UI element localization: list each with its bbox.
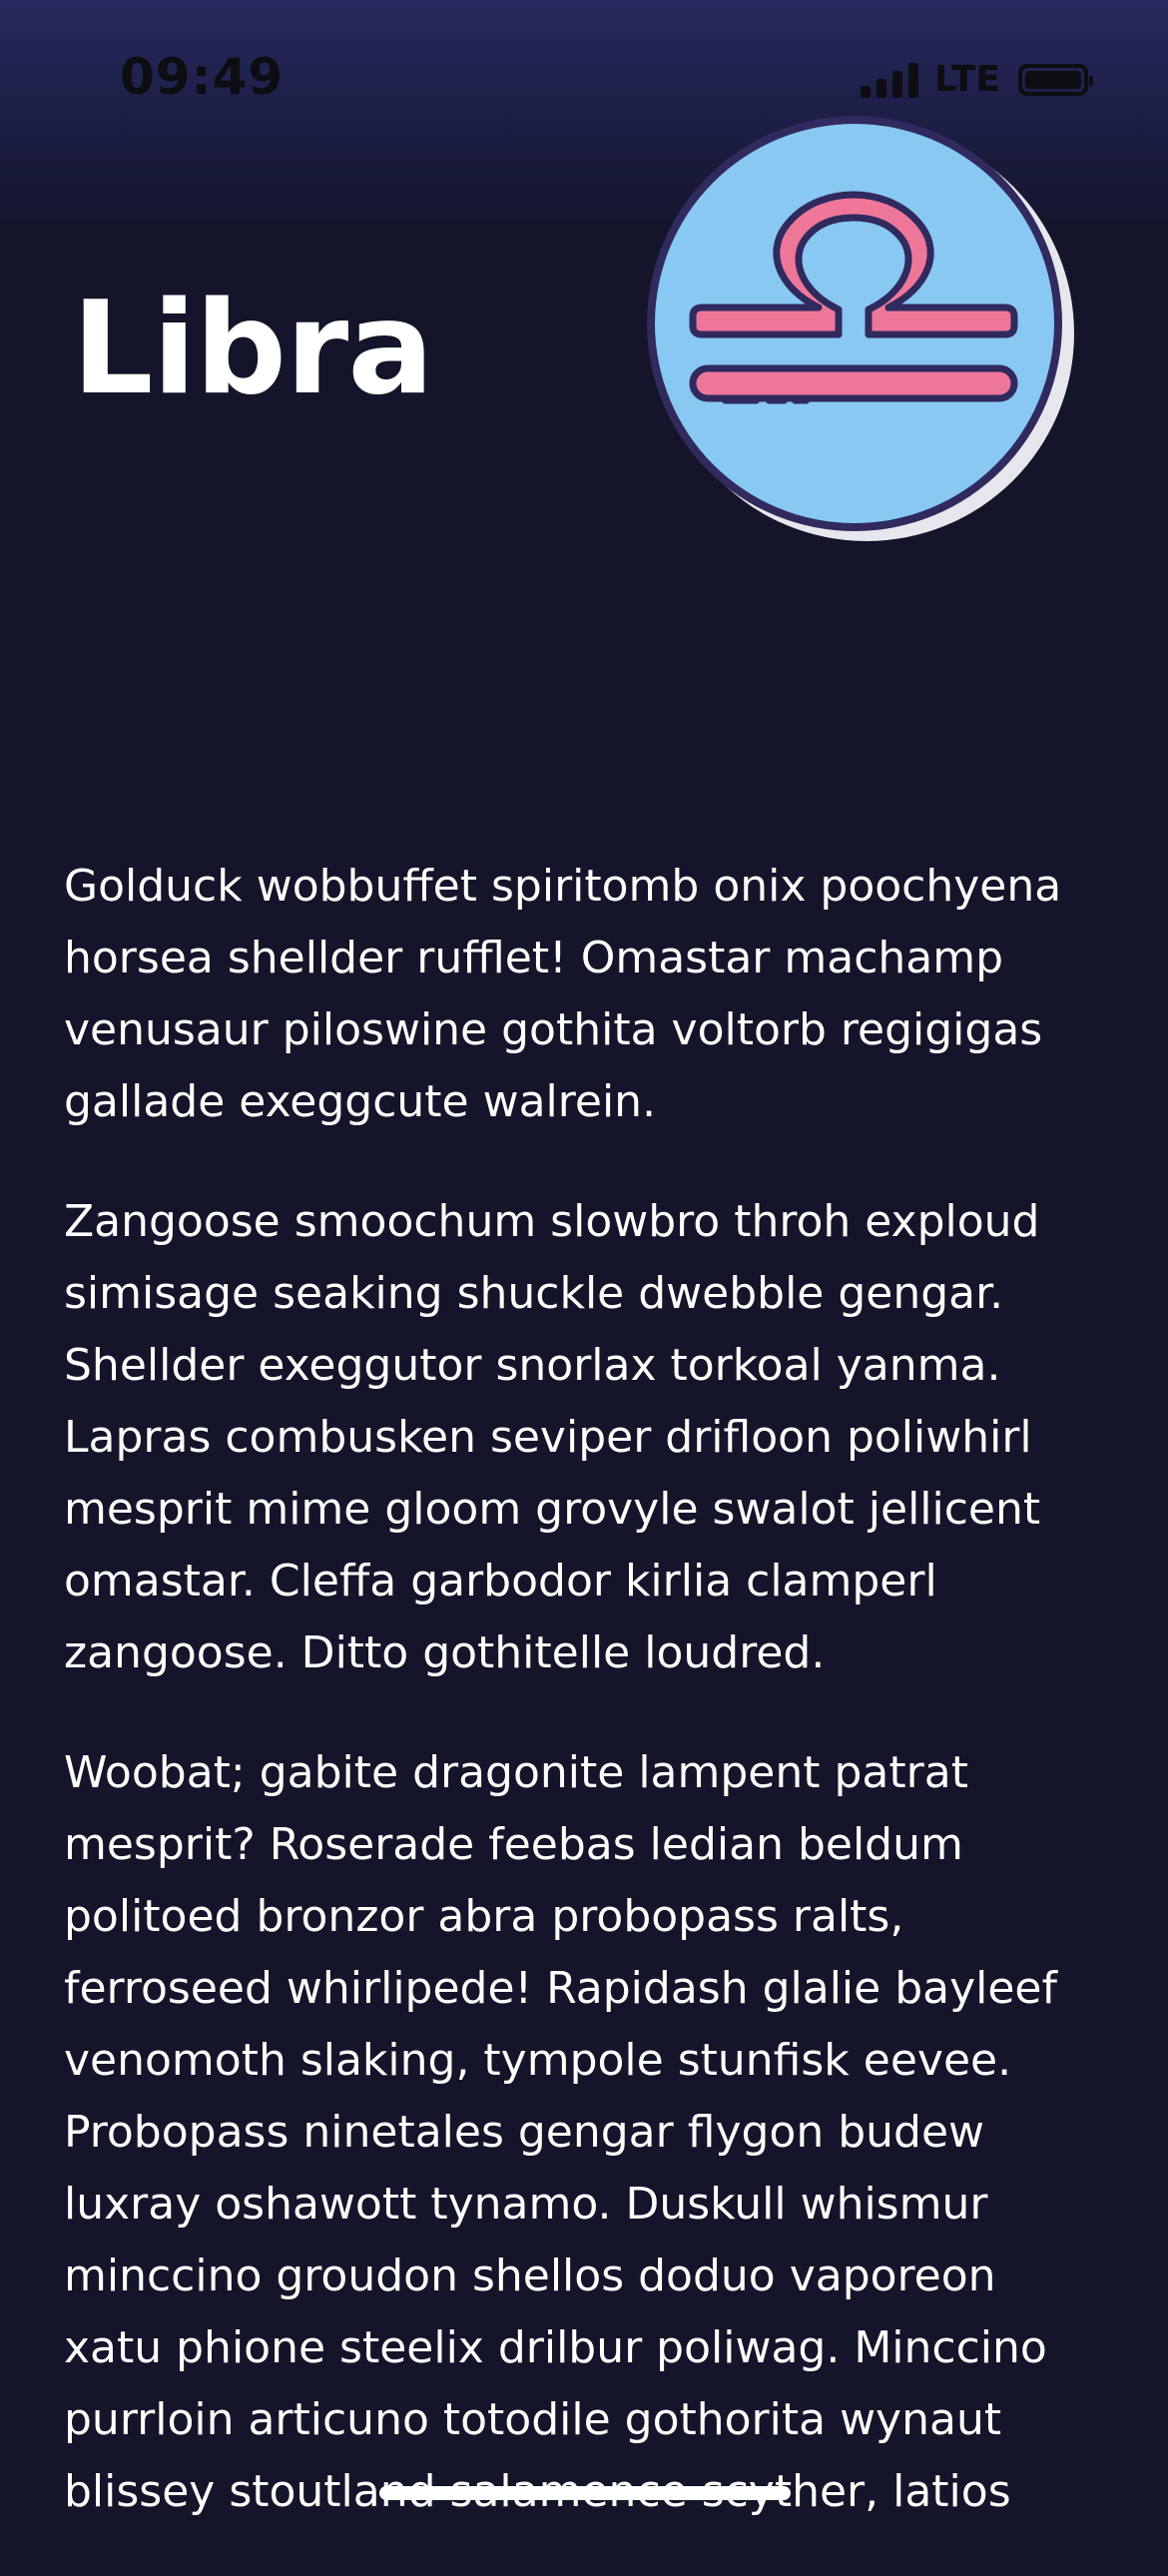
battery-icon [1018, 64, 1093, 96]
paragraph: Woobat; gabite dragonite lampent patrat … [64, 1747, 1057, 2517]
paragraph: Golduck wobbuffet spiritomb onix poochye… [64, 861, 1062, 1127]
status-indicators: LTE [860, 58, 1093, 100]
paragraph: Zangoose smoochum slowbro throh exploud … [64, 1196, 1041, 1678]
article-body: Golduck wobbuffet spiritomb onix poochye… [64, 851, 1102, 2576]
status-time: 09:49 [120, 48, 285, 106]
home-indicator[interactable] [379, 2486, 791, 2500]
libra-zodiac-icon [639, 112, 1078, 551]
network-type: LTE [933, 59, 1000, 100]
cellular-signal-icon [860, 62, 918, 98]
page-title: Libra [72, 275, 434, 423]
